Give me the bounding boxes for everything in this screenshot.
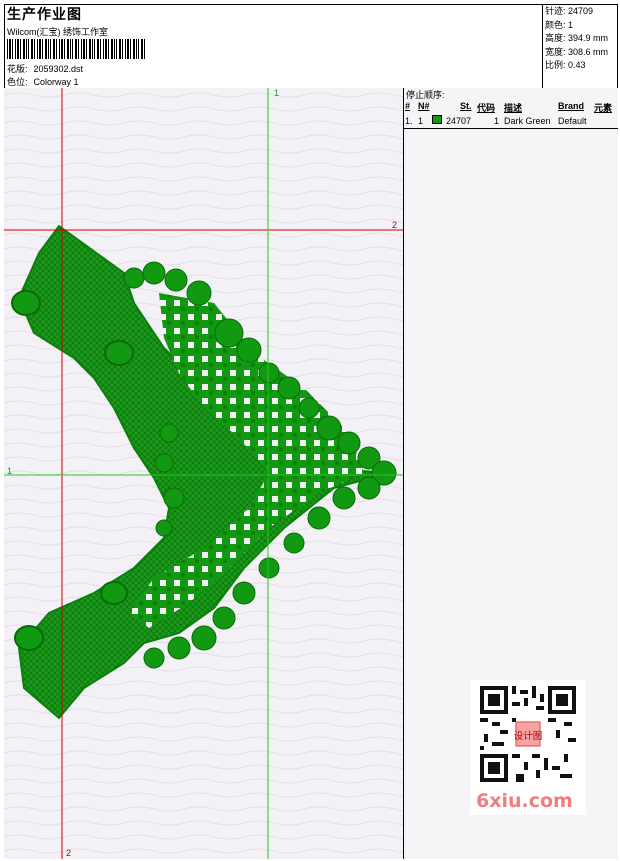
qr-badge-text: 设计图 <box>514 730 543 742</box>
design-scale: 比例: 0.43 <box>545 60 586 70</box>
colorway-line: 色位: Colorway 1 <box>7 75 79 88</box>
design-height: 高度: 394.9 mm <box>545 33 609 43</box>
header: 生产作业图 Wilcom(汇宝) 绣饰工作室 花版: 2059302.dst 色位… <box>4 4 618 89</box>
company-name: Wilcom(汇宝) 绣饰工作室 <box>7 27 108 37</box>
design-width: 宽度: 308.6 mm <box>545 46 609 57</box>
col-header-index: # <box>405 101 411 111</box>
colorway-value: Colorway 1 <box>33 77 79 87</box>
design-file-line: 花版: 2059302.dst <box>7 62 83 75</box>
colorway-label: 色位: <box>7 77 28 87</box>
row-brand: Default <box>558 116 587 126</box>
guide-label-left: 1 <box>7 466 13 476</box>
color-count: 颜色: 1 <box>545 19 574 30</box>
col-header-needle: N# <box>418 101 430 111</box>
thread-color-swatch <box>432 115 442 124</box>
stats-panel: 针迹: 24709 颜色: 1 高度: 394.9 mm 宽度: 308.6 m… <box>542 4 618 89</box>
stitch-count: 针迹: 24709 <box>545 6 594 16</box>
watermark-text: 6xiu.com <box>476 790 573 812</box>
row-description: Dark Green <box>504 116 551 126</box>
guide-label-bottom: 2 <box>66 848 72 858</box>
watermark: 设计图 6xiu.com <box>470 680 586 815</box>
col-header-element: 元素 <box>594 103 613 113</box>
row-stitches: 24707 <box>446 116 472 126</box>
row-needle: 1 <box>418 116 424 126</box>
qr-code: 设计图 <box>480 686 576 782</box>
barcode <box>7 39 145 59</box>
guide-label-top: 1 <box>274 88 280 98</box>
col-header-code: 代码 <box>477 103 496 113</box>
design-preview[interactable]: 1 2 1 2 <box>4 88 404 859</box>
col-header-stitches: St. <box>460 101 472 111</box>
sequence-divider <box>404 128 618 129</box>
stop-sequence-title: 停止顺序: <box>406 90 445 100</box>
col-header-brand: Brand <box>558 101 585 111</box>
design-file-value: 2059302.dst <box>33 64 84 74</box>
guide-label-right: 2 <box>392 220 398 230</box>
embroidery-canvas <box>4 88 403 859</box>
row-code: 1 <box>494 116 500 126</box>
row-index: 1. <box>405 116 413 126</box>
page-title: 生产作业图 <box>7 6 82 22</box>
design-file-label: 花版: <box>7 64 28 74</box>
col-header-description: 描述 <box>504 103 523 113</box>
